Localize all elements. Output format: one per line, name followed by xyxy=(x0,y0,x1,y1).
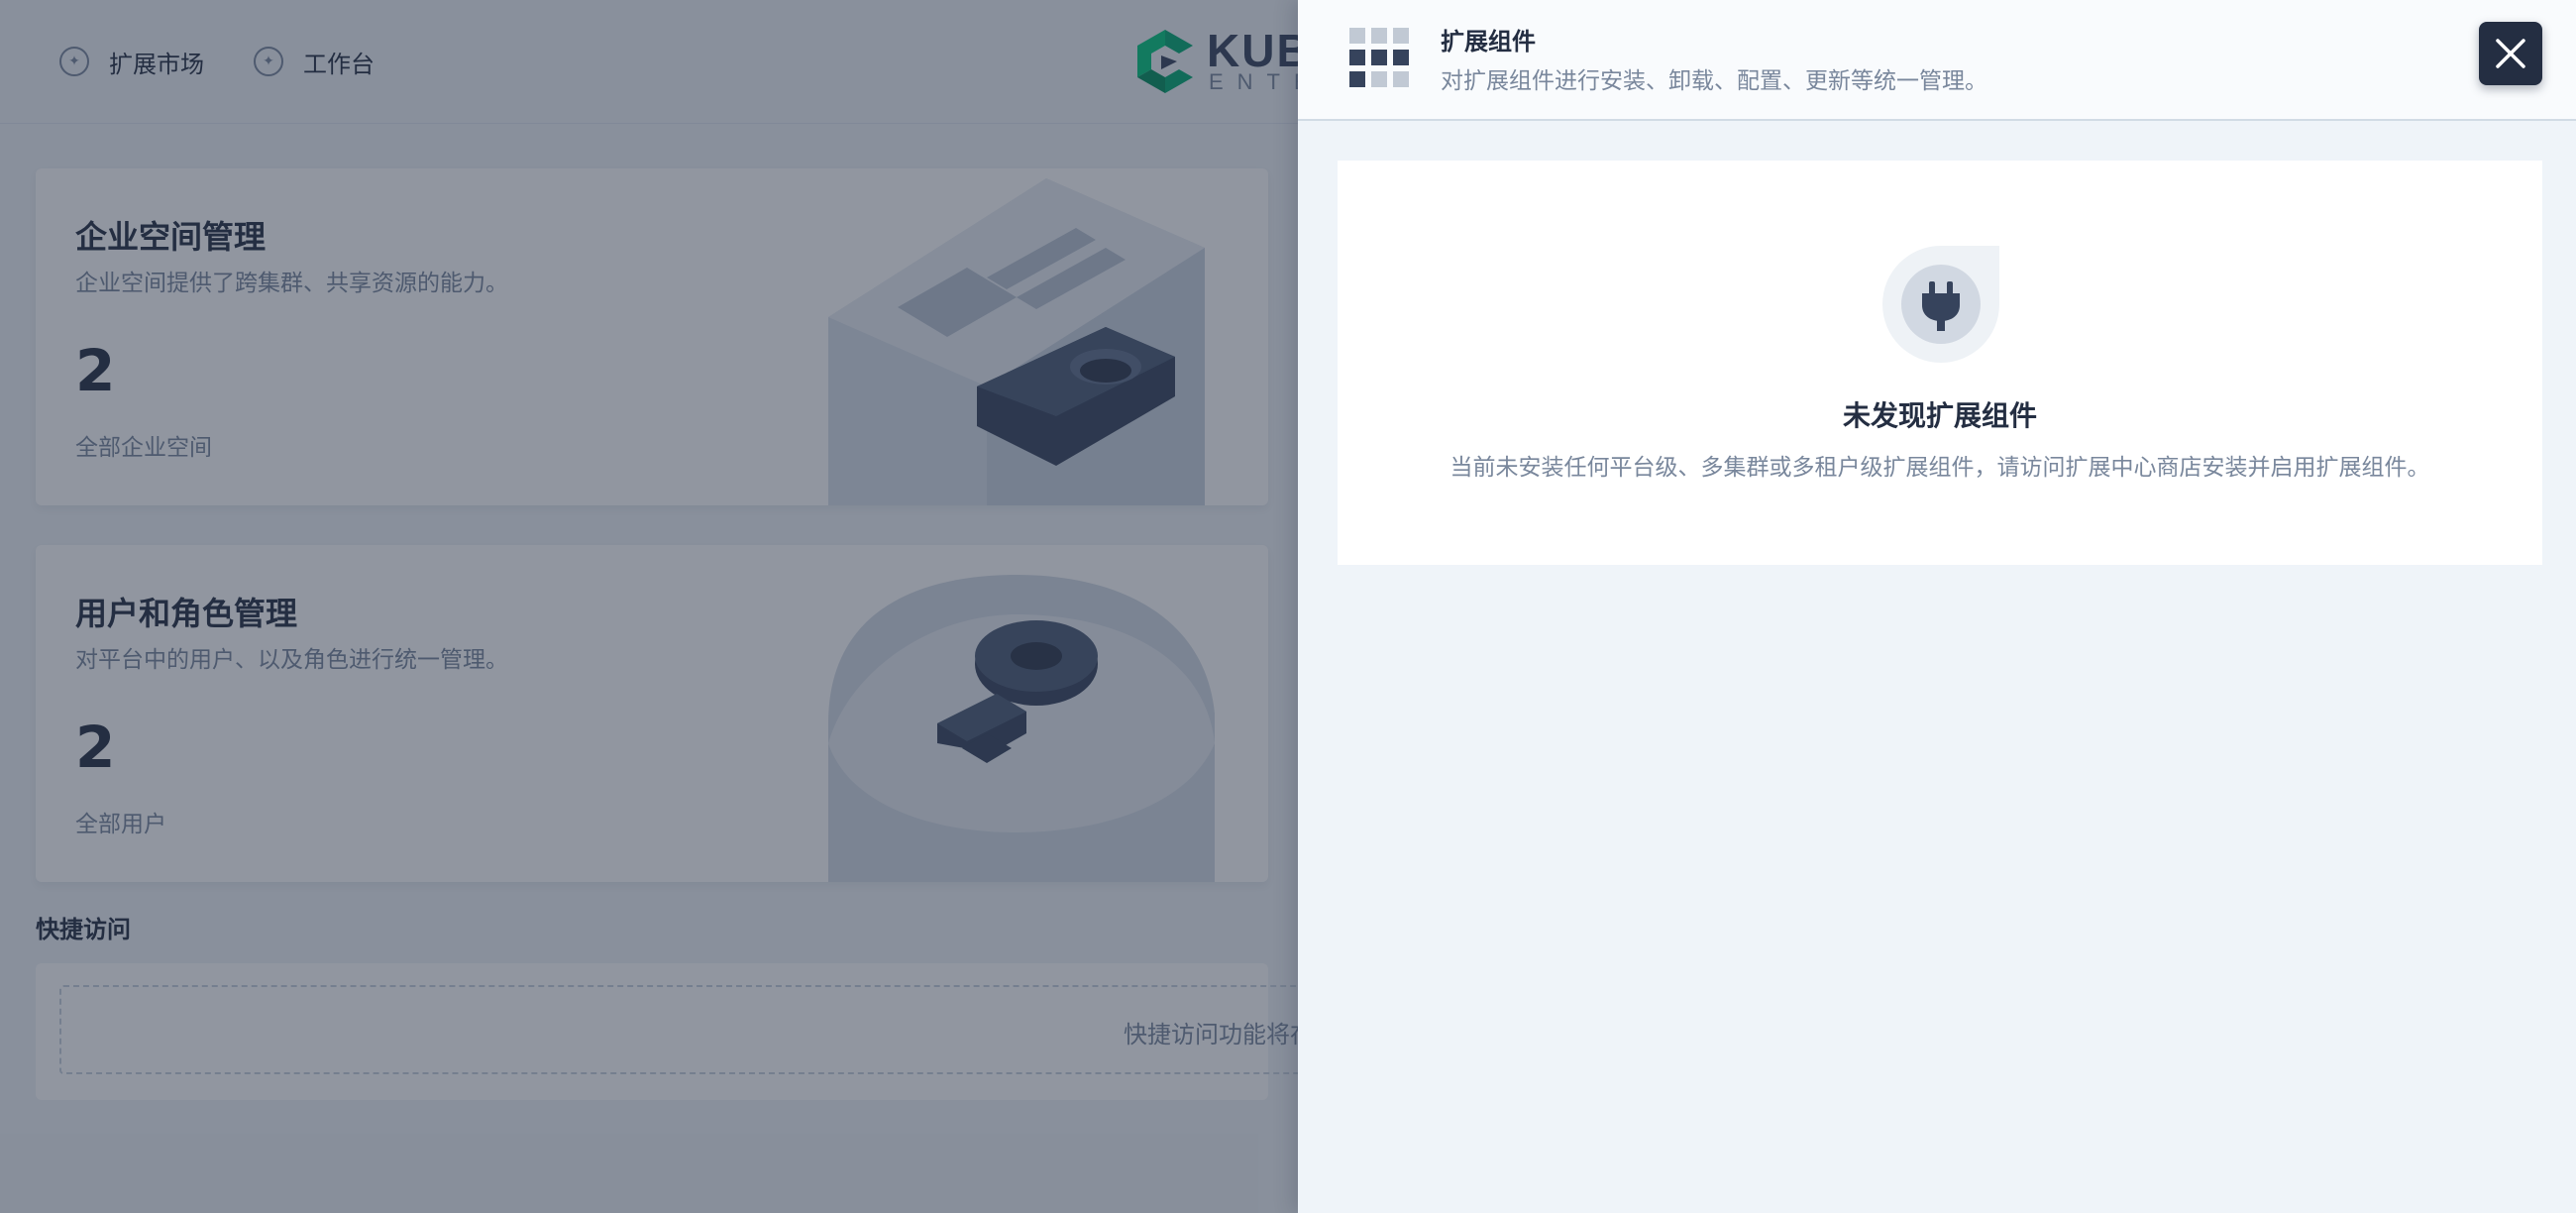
modal-overlay[interactable] xyxy=(0,0,1298,1213)
empty-state-description: 当前未安装任何平台级、多集群或多租户级扩展组件，请访问扩展中心商店安装并启用扩展… xyxy=(1449,455,2430,481)
empty-state-title: 未发现扩展组件 xyxy=(1842,399,2037,432)
drawer-description: 对扩展组件进行安装、卸载、配置、更新等统一管理。 xyxy=(1441,68,1987,94)
empty-state-card: 未发现扩展组件 当前未安装任何平台级、多集群或多租户级扩展组件，请访问扩展中心商… xyxy=(1338,161,2542,565)
extensions-grid-icon xyxy=(1349,28,1409,87)
extensions-drawer: 扩展组件 对扩展组件进行安装、卸载、配置、更新等统一管理。 未发现扩展组件 当前… xyxy=(1298,0,2576,1213)
drawer-header: 扩展组件 对扩展组件进行安装、卸载、配置、更新等统一管理。 xyxy=(1298,0,2576,121)
close-button[interactable] xyxy=(2479,22,2542,85)
plug-icon xyxy=(1882,246,1999,363)
drawer-title: 扩展组件 xyxy=(1441,28,1536,55)
close-icon xyxy=(2496,39,2525,68)
